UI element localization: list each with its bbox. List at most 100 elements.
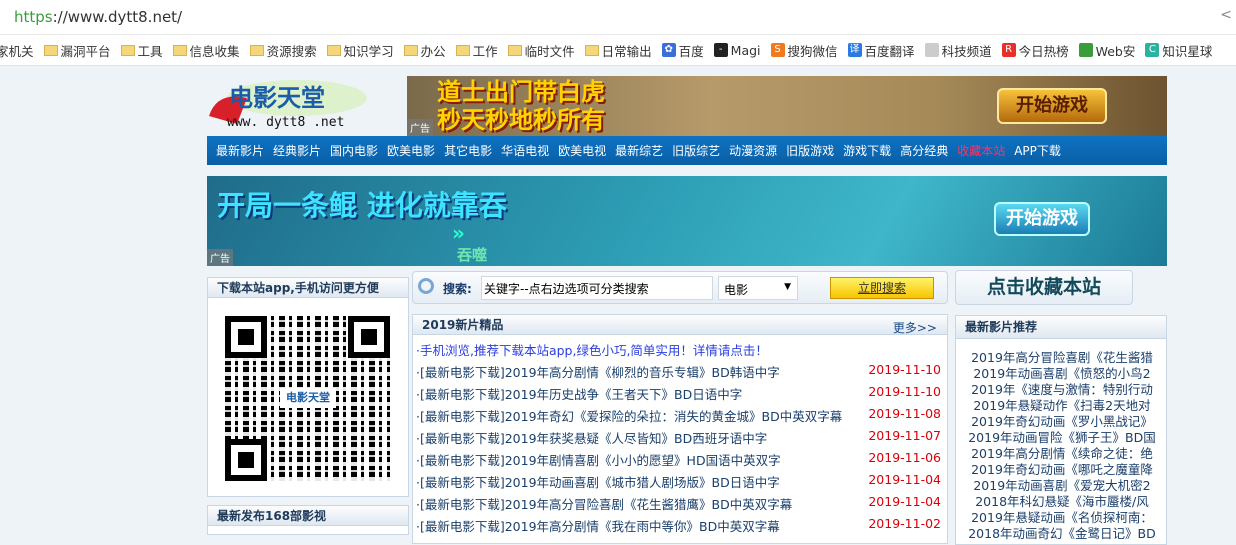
movie-row[interactable]: ·[最新电影下载]2019年历史战争《王者天下》BD日语中字 2019-11-10 <box>416 384 941 404</box>
folder-icon <box>455 44 470 56</box>
movie-date: 2019-11-06 <box>868 450 941 465</box>
movie-row[interactable]: ·[最新电影下载]2019年高分剧情《我在雨中等你》BD中英双字幕 2019-11… <box>416 516 941 536</box>
folder-icon <box>403 44 418 56</box>
nav-item[interactable]: APP下载 <box>1014 142 1061 159</box>
bookmark-item[interactable]: 资源搜索 <box>249 41 317 60</box>
recent-panel: 最新发布168部影视 <box>207 505 409 535</box>
search-label: 搜索: <box>443 282 472 296</box>
nav-item[interactable]: 其它电影 <box>444 142 492 159</box>
recommend-panel: 最新影片推荐 2019年高分冒险喜剧《花生酱猎 2019年动画喜剧《愤怒的小鸟2 2… <box>955 315 1167 545</box>
bookmark-item[interactable]: 知识学习 <box>326 41 394 60</box>
nav-item[interactable]: 高分经典 <box>900 142 948 159</box>
movie-title[interactable]: ·[最新电影下载]2019年高分剧情《柳烈的音乐专辑》BD韩语中字 <box>416 365 780 380</box>
movie-date: 2019-11-10 <box>868 384 941 399</box>
nav-item[interactable]: 最新综艺 <box>615 142 663 159</box>
category-select[interactable]: 电影 ▼ <box>718 276 798 300</box>
ad-line-2: 秒天秒地秒所有 <box>437 106 605 134</box>
bookmark-item[interactable]: C 知识星球 <box>1145 41 1212 60</box>
bookmark-item[interactable]: 办公 <box>403 41 446 60</box>
ad2-start-game-button[interactable]: 开始游戏 <box>994 202 1090 236</box>
translate-icon: 译 <box>847 43 862 57</box>
movie-row[interactable]: ·[最新电影下载]2019年高分冒险喜剧《花生酱猎鹰》BD中英双字幕 2019-1… <box>416 494 941 514</box>
web-icon <box>1078 43 1093 57</box>
movie-title[interactable]: ·[最新电影下载]2019年奇幻《爱探险的朵拉：消失的黄金城》BD中英双字幕 <box>416 409 842 424</box>
folder-icon <box>584 44 599 56</box>
nav-item[interactable]: 动漫资源 <box>729 142 777 159</box>
main-nav: 最新影片 经典影片 国内电影 欧美电影 其它电影 华语电视 欧美电视 最新综艺 旧版综艺 动漫资源… <box>207 136 1167 165</box>
bookmark-item[interactable]: 家机关 <box>0 41 34 60</box>
bookmark-item[interactable]: ✿ 百度 <box>661 41 704 60</box>
folder-icon <box>43 44 58 56</box>
bookmark-item[interactable]: 工具 <box>120 41 163 60</box>
movie-row[interactable]: ·[最新电影下载]2019年高分剧情《柳烈的音乐专辑》BD韩语中字 2019-11… <box>416 362 941 382</box>
nav-item[interactable]: 游戏下载 <box>843 142 891 159</box>
movie-title[interactable]: ·[最新电影下载]2019年历史战争《王者天下》BD日语中字 <box>416 387 742 402</box>
movie-date: 2019-11-02 <box>868 516 941 531</box>
panel-title: 2019新片精品 <box>422 318 504 332</box>
ad-start-game-button[interactable]: 开始游戏 <box>997 88 1107 124</box>
share-icon[interactable]: < <box>1220 7 1232 23</box>
nav-item[interactable]: 旧版游戏 <box>786 142 834 159</box>
qr-code[interactable]: 电影天堂 <box>225 316 390 481</box>
folder-icon <box>120 44 135 56</box>
bookmark-item[interactable]: 信息收集 <box>172 41 240 60</box>
more-link[interactable]: 更多>> <box>893 318 937 338</box>
bookmark-item[interactable]: R 今日热榜 <box>1001 41 1069 60</box>
address-bar[interactable]: https://www.dytt8.net/ < <box>0 0 1236 34</box>
bookmark-item[interactable]: 工作 <box>455 41 498 60</box>
recommend-title: 最新影片推荐 <box>956 316 1166 339</box>
movie-title[interactable]: ·[最新电影下载]2019年高分冒险喜剧《花生酱猎鹰》BD中英双字幕 <box>416 497 792 512</box>
app-download-panel: 下载本站app,手机访问更方便 电影天堂 <box>207 277 409 497</box>
nav-item[interactable]: 欧美电视 <box>558 142 606 159</box>
nav-item[interactable]: 收藏本站 <box>957 142 1005 159</box>
nav-item[interactable]: 经典影片 <box>273 142 321 159</box>
nav-item[interactable]: 华语电视 <box>501 142 549 159</box>
folder-icon <box>249 44 264 56</box>
bookmark-item[interactable]: S 搜狗微信 <box>770 41 838 60</box>
folder-icon <box>172 44 187 56</box>
chevron-icon: » <box>452 221 465 245</box>
bookmark-item[interactable]: 译百度翻译 <box>847 41 915 60</box>
search-input[interactable] <box>481 276 713 300</box>
ad2-title: 开局一条鲲 进化就靠吞 <box>217 189 507 222</box>
recent-panel-title: 最新发布168部影视 <box>208 506 408 526</box>
movie-date: 2019-11-10 <box>868 362 941 377</box>
middle-ad-banner[interactable]: 开局一条鲲 进化就靠吞 » 吞噬 开始游戏 广告 <box>207 176 1167 266</box>
search-button[interactable]: 立即搜索 <box>830 277 934 299</box>
folder-icon <box>326 44 341 56</box>
movie-row[interactable]: ·[最新电影下载]2019年奇幻《爱探险的朵拉：消失的黄金城》BD中英双字幕 20… <box>416 406 941 426</box>
bookmark-item[interactable]: Web安 <box>1078 41 1135 60</box>
bookmark-item[interactable]: 日常输出 <box>584 41 652 60</box>
nav-item[interactable]: 欧美电影 <box>387 142 435 159</box>
movie-title[interactable]: ·[最新电影下载]2019年动画喜剧《城市猎人剧场版》BD日语中字 <box>416 475 780 490</box>
bookmark-item[interactable]: 漏洞平台 <box>43 41 111 60</box>
nav-item[interactable]: 国内电影 <box>330 142 378 159</box>
search-icon <box>418 278 434 294</box>
app-tip-link[interactable]: ·手机浏览,推荐下载本站app,绿色小巧,简单实用！详情请点击！ <box>416 340 941 360</box>
movie-row[interactable]: ·[最新电影下载]2019年剧情喜剧《小小的愿望》HD国语中英双字 2019-11… <box>416 450 941 470</box>
bookmark-site-button[interactable]: 点击收藏本站 <box>955 270 1133 305</box>
url-text[interactable]: https://www.dytt8.net/ <box>14 8 182 26</box>
nav-item[interactable]: 最新影片 <box>216 142 264 159</box>
recommend-item[interactable]: 2018年动画奇幻《金鹭日记》BD <box>956 523 1168 542</box>
site-logo[interactable]: 电影天堂 www. dytt8 .net <box>207 76 367 132</box>
movie-title[interactable]: ·[最新电影下载]2019年高分剧情《我在雨中等你》BD中英双字幕 <box>416 519 780 534</box>
top-ad-banner[interactable]: 道士出门带白虎 秒天秒地秒所有 开始游戏 广告 <box>407 76 1167 136</box>
new-2019-panel: 2019新片精品 更多>> ·手机浏览,推荐下载本站app,绿色小巧,简单实用！详… <box>412 314 948 544</box>
bookmark-item[interactable]: - Magi <box>713 43 761 58</box>
bookmark-item[interactable]: 临时文件 <box>507 41 575 60</box>
ad2-sub: 吞噬 <box>457 246 488 264</box>
dropdown-arrow-icon: ▼ <box>784 282 791 292</box>
movie-row[interactable]: ·[最新电影下载]2019年动画喜剧《城市猎人剧场版》BD日语中字 2019-11… <box>416 472 941 492</box>
ad-tag: 广告 <box>407 119 433 136</box>
bookmark-item[interactable]: 科技频道 <box>924 41 992 60</box>
movie-row[interactable]: ·[最新电影下载]2019年获奖悬疑《人尽皆知》BD西班牙语中字 2019-11-… <box>416 428 941 448</box>
movie-date: 2019-11-04 <box>868 494 941 509</box>
r-icon: R <box>1001 43 1016 57</box>
bookmarks-bar: 家机关漏洞平台工具信息收集资源搜索知识学习办公工作临时文件日常输出 ✿百度 -Mag… <box>0 34 1236 66</box>
search-bar: 搜索: 电影▼ 立即搜索 <box>412 271 948 304</box>
page-icon <box>924 43 939 57</box>
movie-title[interactable]: ·[最新电影下载]2019年剧情喜剧《小小的愿望》HD国语中英双字 <box>416 453 781 468</box>
movie-title[interactable]: ·[最新电影下载]2019年获奖悬疑《人尽皆知》BD西班牙语中字 <box>416 431 767 446</box>
nav-item[interactable]: 旧版综艺 <box>672 142 720 159</box>
